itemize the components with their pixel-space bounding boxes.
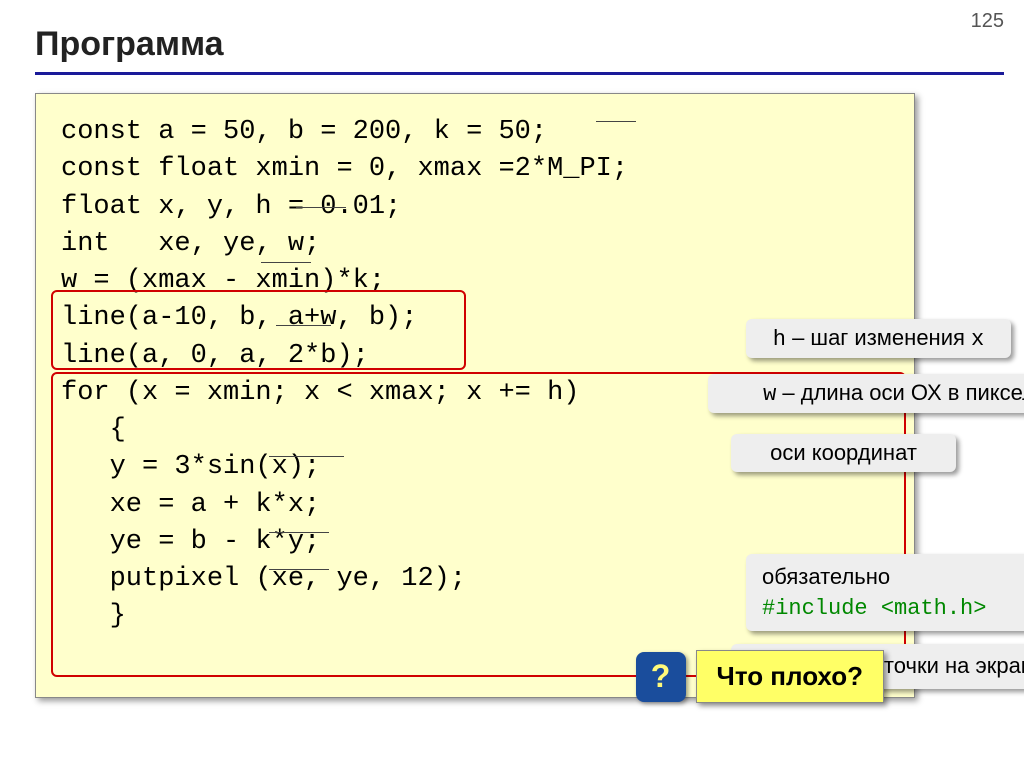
slide-title: Программа	[35, 25, 1004, 75]
question-text: Что плохо?	[696, 650, 884, 703]
pointer-line-coord1	[269, 532, 329, 533]
pointer-line-w	[261, 262, 311, 263]
pointer-line-h	[296, 207, 346, 208]
highlight-axes-lines	[51, 290, 466, 370]
pointer-line-axes	[276, 325, 331, 326]
pointer-line-coord2	[269, 569, 329, 570]
callout-axes: оси координат	[731, 434, 956, 472]
pointer-line-include	[269, 456, 344, 457]
question-block: ? Что плохо?	[636, 650, 884, 703]
slide-content: Программа const a = 50, b = 200, k = 50;…	[35, 25, 1004, 757]
pointer-line-2pi	[596, 121, 636, 122]
callout-w-length: w – длина оси ОХ в пикселях	[708, 374, 1024, 413]
callout-include: обязательно #include <math.h>	[746, 554, 1024, 631]
code-box: const a = 50, b = 200, k = 50; const flo…	[35, 93, 915, 698]
question-icon: ?	[636, 652, 686, 702]
callout-h-step: h – шаг изменения x	[746, 319, 1011, 358]
highlight-for-loop	[51, 372, 906, 677]
